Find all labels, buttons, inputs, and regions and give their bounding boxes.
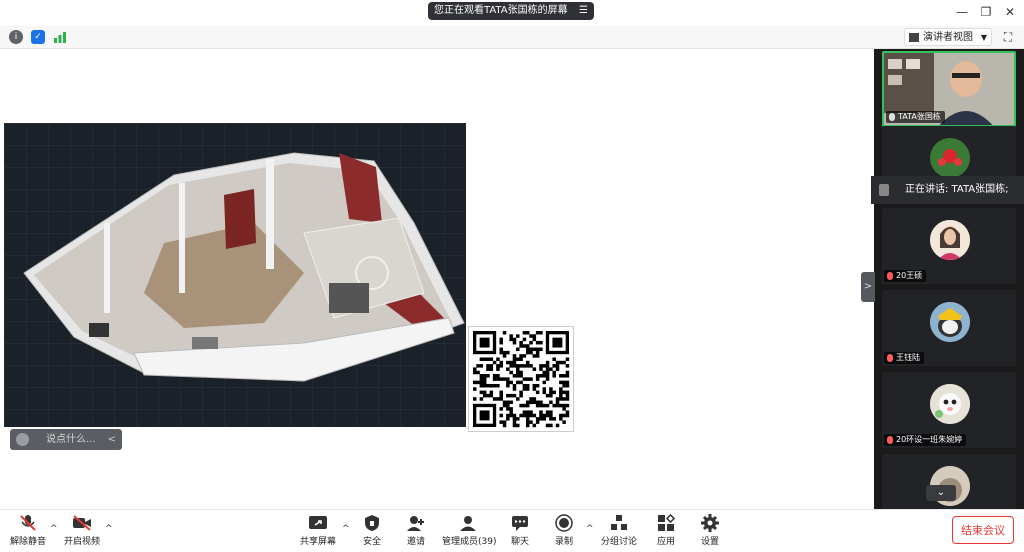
apps-button[interactable]: 应用 [652,514,680,550]
chevron-down-icon: ▼ [980,33,987,42]
active-speaker-banner: 正在讲话: TATA张国栋; [871,176,1024,204]
breakout-rooms-icon [611,515,627,530]
shield-icon[interactable]: ✓ [31,30,45,44]
record-button[interactable]: 录制 [550,514,578,550]
fullscreen-icon[interactable]: ⛶ [1000,29,1016,45]
speaker-view-dropdown[interactable]: 演讲者视图 ▼ [904,28,992,46]
share-options-chevron-icon[interactable]: ^ [342,524,350,534]
participant-name-label: 王钰陆 [884,352,924,364]
avatar [930,220,970,260]
participant-name-label: 20环设一班朱婉婷 [884,434,967,446]
shared-screen-area: 说点什么... < [0,49,872,509]
breakout-rooms-button[interactable]: 分组讨论 [600,514,638,550]
menu-lines-icon[interactable]: ☰ [579,2,588,20]
record-options-chevron-icon[interactable]: ^ [586,524,594,534]
viewing-screen-text: 您正在观看TATA张国栋的屏幕 [434,5,568,16]
chat-button[interactable]: 聊天 [506,514,534,550]
end-meeting-button[interactable]: 结束会议 [952,516,1014,544]
participant-name-label: 20王硕 [884,270,927,282]
record-icon [555,514,573,532]
viewing-screen-indicator[interactable]: 您正在观看TATA张国栋的屏幕 ☰ [428,2,594,20]
audio-options-chevron-icon[interactable]: ^ [50,524,58,534]
microphone-muted-icon [20,515,36,531]
apps-grid-icon [658,514,676,531]
meeting-info-bar: i ✓ 演讲者视图 ▼ ⛶ [0,26,1024,49]
share-screen-button[interactable]: 共享屏幕 [298,514,338,550]
close-icon[interactable]: ✕ [1000,3,1020,21]
minimize-icon[interactable]: — [952,3,972,21]
participant-video-sidebar: TATA张国栋 20王硕 王钰陆 20环设一班朱婉婷 [874,49,1024,509]
title-bar: 您正在观看TATA张国栋的屏幕 ☰ — ❐ ✕ [0,0,1024,26]
microphone-icon [889,113,895,121]
microphone-muted-icon [887,436,893,444]
chat-bubble-icon [512,516,528,531]
collapse-chat-icon[interactable]: < [108,429,116,450]
signal-bars-icon[interactable] [53,30,67,44]
active-speaker-text: 正在讲话: TATA张国栋; [905,184,1009,195]
participant-tile[interactable]: 20环设一班朱婉婷 [882,372,1016,448]
restore-icon[interactable]: ❐ [976,3,996,21]
start-video-button[interactable]: 开启视频 [61,514,103,550]
manage-participants-button[interactable]: 管理成员(39) [442,514,496,550]
chat-input-placeholder[interactable]: 说点什么... [46,429,96,450]
settings-button[interactable]: 设置 [696,514,724,550]
speaker-view-label: 演讲者视图 [923,32,973,43]
floor-plan-render-image [4,123,466,427]
qr-code-image [468,326,574,432]
add-user-icon [407,516,424,531]
participants-icon [460,516,476,531]
participant-tile[interactable]: 王钰陆 [882,290,1016,366]
chat-input-bar[interactable]: 说点什么... < [10,429,122,450]
avatar [930,384,970,424]
participant-name-label: TATA张国栋 [886,111,945,123]
microphone-muted-icon [887,272,893,280]
unmute-button[interactable]: 解除静音 [8,514,48,550]
avatar [930,302,970,342]
video-options-chevron-icon[interactable]: ^ [105,524,113,534]
speaker-view-icon [909,33,919,42]
speaker-avatar-icon [879,184,889,196]
participant-tile[interactable]: 20王硕 [882,208,1016,284]
sidebar-toggle-button[interactable]: > [861,272,875,302]
invite-button[interactable]: 邀请 [402,514,430,550]
flower-avatar [930,138,970,178]
security-button[interactable]: 安全 [358,514,386,550]
emoji-icon[interactable] [16,433,29,446]
gear-icon [701,514,719,532]
scroll-down-button[interactable]: ⌄ [926,485,956,501]
shield-icon [365,515,379,531]
meeting-toolbar: 解除静音 ^ 开启视频 ^ 共享屏幕 ^ 安全 邀请 管理成员(39) 聊天 录… [0,509,1024,552]
microphone-muted-icon [887,354,893,362]
video-off-icon [73,515,91,531]
share-screen-icon [309,516,327,529]
participant-tile[interactable]: TATA张国栋 [882,51,1016,127]
info-icon[interactable]: i [9,30,23,44]
